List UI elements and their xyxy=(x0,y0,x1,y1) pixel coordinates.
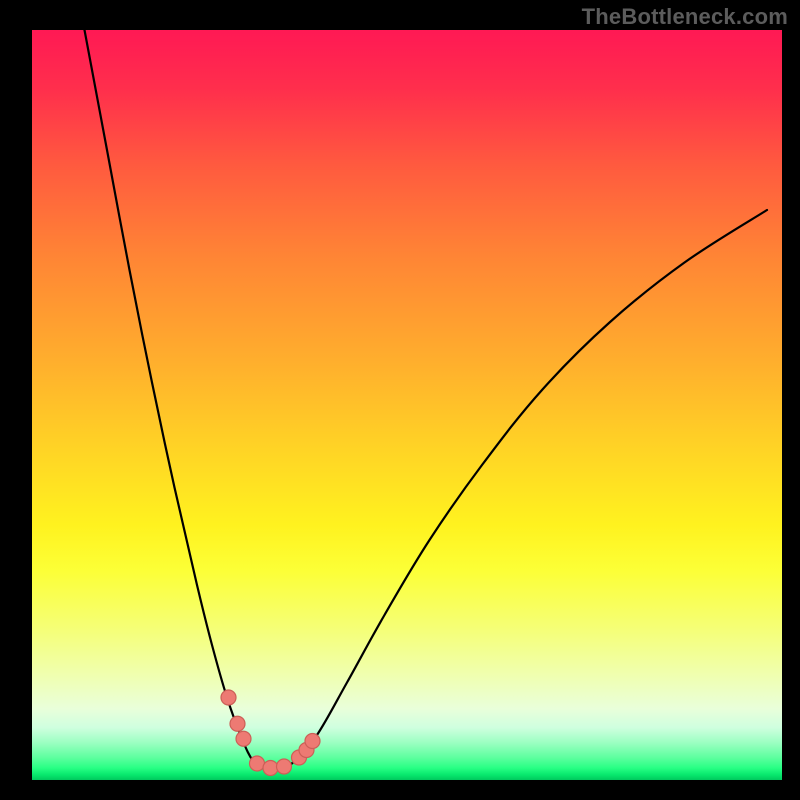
optimal-marker xyxy=(263,761,278,776)
optimal-marker xyxy=(250,756,265,771)
bottleneck-curve xyxy=(85,30,768,770)
plot-area xyxy=(32,30,782,780)
optimal-marker xyxy=(305,734,320,749)
optimal-marker xyxy=(236,731,251,746)
optimal-markers xyxy=(221,690,320,776)
optimal-marker xyxy=(230,716,245,731)
optimal-marker xyxy=(221,690,236,705)
watermark-text: TheBottleneck.com xyxy=(582,4,788,30)
optimal-marker xyxy=(277,759,292,774)
outer-frame: TheBottleneck.com xyxy=(0,0,800,800)
chart-svg xyxy=(32,30,782,780)
